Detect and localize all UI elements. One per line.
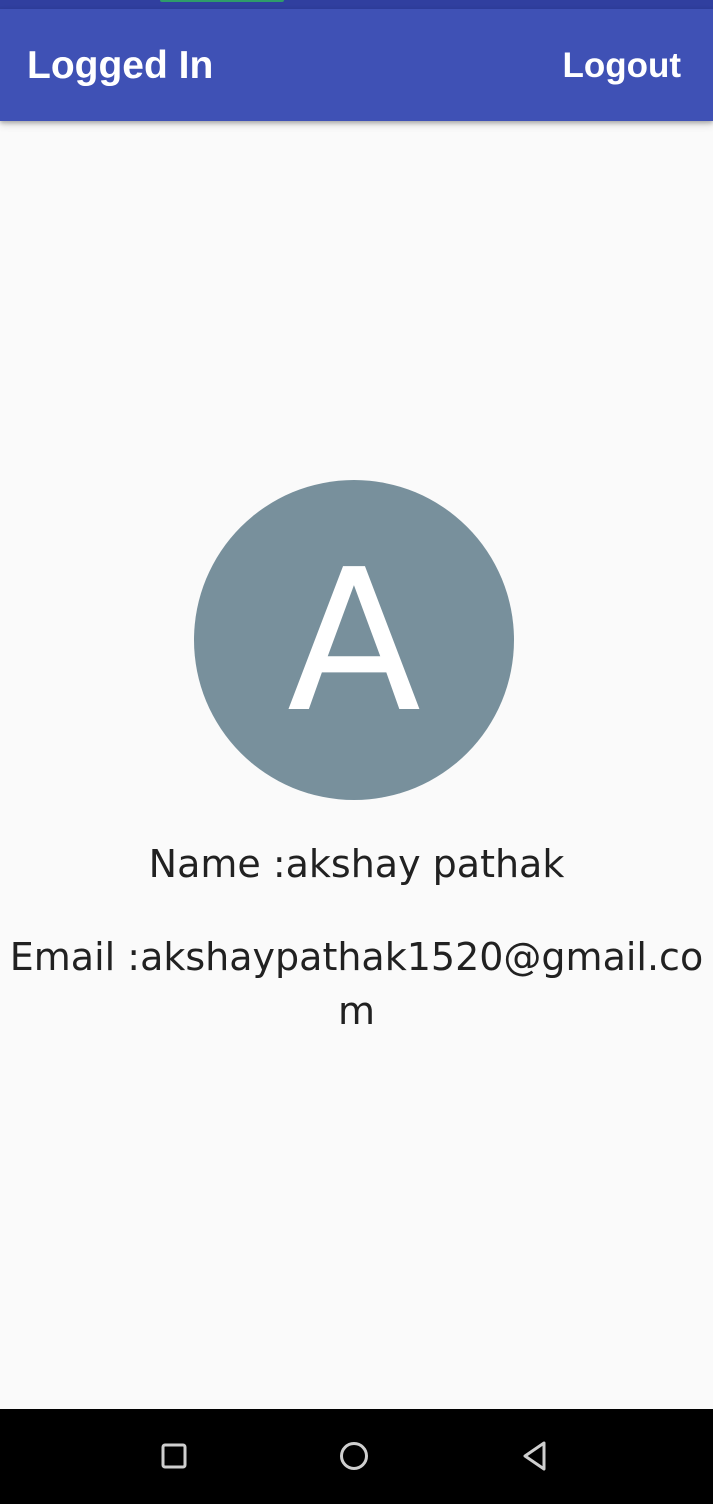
screen: Logged In Logout A Name :akshay pathak E… (0, 0, 713, 1504)
user-email: Email :akshaypathak1520@gmail.com (9, 935, 704, 1033)
app-title: Logged In (27, 44, 214, 87)
recents-icon[interactable] (154, 1436, 194, 1476)
status-bar (0, 0, 713, 9)
logout-button[interactable]: Logout (562, 41, 681, 91)
user-name: Name :akshay pathak (148, 842, 565, 886)
avatar: A (194, 480, 514, 800)
home-icon[interactable] (334, 1436, 374, 1476)
status-indicator (160, 0, 284, 2)
app-bar: Logged In Logout (0, 9, 713, 121)
back-icon[interactable] (514, 1436, 554, 1476)
avatar-letter: A (286, 528, 422, 756)
navigation-bar (0, 1409, 713, 1504)
